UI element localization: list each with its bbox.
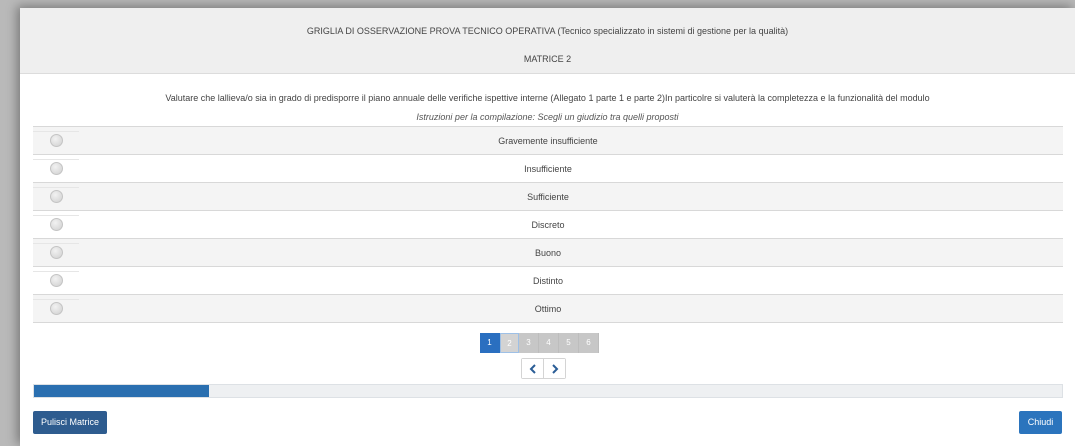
option-label[interactable]: Buono (33, 248, 1063, 258)
option-radio-wrap[interactable] (33, 299, 79, 318)
matrix-dialog: GRIGLIA DI OSSERVAZIONE PROVA TECNICO OP… (20, 8, 1075, 446)
option-radio-wrap[interactable] (33, 159, 79, 178)
chevron-left-icon (529, 363, 536, 374)
page-5-button[interactable]: 5 (559, 333, 579, 353)
option-radio[interactable] (49, 134, 63, 147)
option-label[interactable]: Sufficiente (33, 192, 1063, 202)
option-radio[interactable] (49, 274, 63, 287)
page-navigation (521, 358, 566, 379)
option-row[interactable]: Discreto (33, 210, 1063, 238)
option-radio[interactable] (49, 218, 63, 231)
option-row[interactable]: Distinto (33, 266, 1063, 294)
option-radio-wrap[interactable] (33, 131, 79, 150)
option-label[interactable]: Insufficiente (33, 164, 1063, 174)
option-radio-wrap[interactable] (33, 271, 79, 290)
progress-bar (33, 384, 1063, 398)
page-4-button[interactable]: 4 (539, 333, 559, 353)
option-label[interactable]: Distinto (33, 276, 1063, 286)
prev-page-button[interactable] (522, 359, 544, 378)
option-radio[interactable] (49, 302, 63, 315)
page-1-button[interactable]: 1 (480, 333, 500, 353)
option-row[interactable]: Buono (33, 238, 1063, 266)
question-instructions: Istruzioni per la compilazione: Scegli u… (416, 112, 679, 122)
option-label[interactable]: Discreto (33, 220, 1063, 230)
option-row[interactable]: Insufficiente (33, 154, 1063, 182)
option-radio-wrap[interactable] (33, 215, 79, 234)
clear-matrix-button[interactable]: Pulisci Matrice (33, 411, 108, 434)
option-radio-wrap[interactable] (33, 187, 79, 206)
options-list: Gravemente insufficiente Insufficiente S… (33, 126, 1063, 323)
page-2-button[interactable]: 2 (500, 333, 519, 353)
page-3-button[interactable]: 3 (519, 333, 539, 353)
option-label[interactable]: Ottimo (33, 304, 1063, 314)
option-radio-wrap[interactable] (33, 243, 79, 262)
option-label[interactable]: Gravemente insufficiente (33, 136, 1063, 146)
matrix-subtitle: MATRICE 2 (523, 54, 572, 64)
dialog-header: GRIGLIA DI OSSERVAZIONE PROVA TECNICO OP… (20, 8, 1075, 74)
option-row[interactable]: Ottimo (33, 294, 1063, 323)
close-button[interactable]: Chiudi (1019, 411, 1062, 434)
option-row[interactable]: Gravemente insufficiente (33, 126, 1063, 154)
option-radio[interactable] (49, 162, 63, 175)
option-radio[interactable] (49, 246, 63, 259)
page-6-button[interactable]: 6 (579, 333, 599, 353)
dialog-title: GRIGLIA DI OSSERVAZIONE PROVA TECNICO OP… (306, 26, 789, 36)
option-radio[interactable] (49, 190, 63, 203)
next-page-button[interactable] (544, 359, 565, 378)
chevron-right-icon (551, 363, 558, 374)
option-row[interactable]: Sufficiente (33, 182, 1063, 210)
pagination: 1 2 3 4 5 6 (480, 333, 599, 353)
question-description: Valutare che lallieva/o sia in grado di … (165, 93, 930, 103)
progress-fill (34, 385, 209, 397)
